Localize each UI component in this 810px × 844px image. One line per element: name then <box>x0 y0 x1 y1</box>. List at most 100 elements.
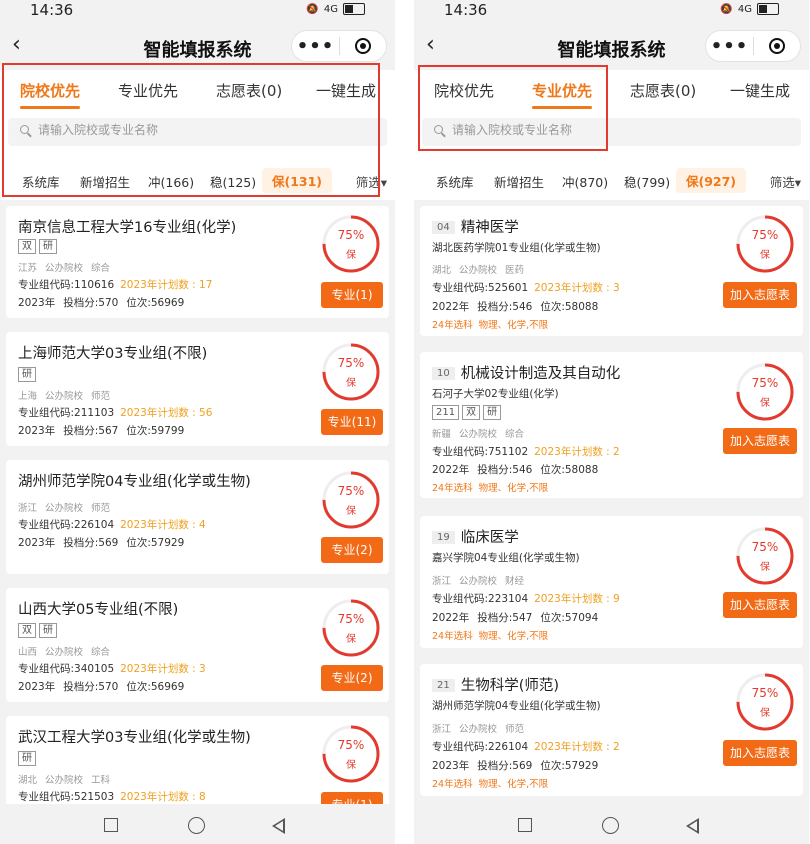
close-button[interactable] <box>340 38 386 54</box>
mute-icon: 🔕 <box>720 3 733 15</box>
group-code-line: 专业组代码:211103 2023年计划数 : 56 <box>18 407 213 419</box>
target-icon <box>768 38 785 54</box>
tag-badge: 研 <box>18 367 36 382</box>
probability-gauge: 75% 保 <box>321 214 381 274</box>
filter-system-library[interactable]: 系统库 <box>22 172 60 191</box>
status-icons: 🔕 4G <box>306 3 365 15</box>
search-box[interactable] <box>422 118 801 146</box>
clock: 14:36 <box>30 1 74 19</box>
major-rank: 04 <box>432 221 455 234</box>
status-bar: 14:36 🔕 4G <box>0 0 395 22</box>
tab-school-first[interactable]: 院校优先 <box>434 80 494 101</box>
list-item[interactable]: 19 临床医学 嘉兴学院04专业组(化学或生物) 浙江 公办院校 财经 专业组代码:2… <box>420 516 803 648</box>
group-code-line: 专业组代码:525601 2023年计划数 : 3 <box>432 282 620 294</box>
probability-gauge: 75% 保 <box>735 214 795 274</box>
filter-dropdown[interactable]: 筛选▾ <box>356 172 387 191</box>
nav-bar: ‹ 智能填报系统 ••• <box>0 24 395 70</box>
add-to-volunteer-button[interactable]: 加入志愿表 <box>723 428 797 454</box>
filter-system-library[interactable]: 系统库 <box>436 172 474 191</box>
probability-gauge: 75% 保 <box>735 362 795 422</box>
recents-square-icon[interactable] <box>104 818 118 832</box>
school-meta: 江苏 公办院校 综合 <box>18 263 111 274</box>
subject-requirement: 24年选科 物理、化学,不限 <box>432 779 549 790</box>
tab-one-click-generate[interactable]: 一键生成 <box>730 80 790 101</box>
more-button[interactable]: ••• <box>706 36 753 57</box>
back-triangle-icon[interactable] <box>686 818 699 834</box>
probability-gauge: 75% 保 <box>321 342 381 402</box>
search-icon <box>434 125 443 134</box>
majors-button[interactable]: 专业(2) <box>321 537 383 563</box>
battery-icon <box>757 3 779 15</box>
major-title: 21 生物科学(师范) <box>432 674 559 695</box>
search-icon <box>20 125 29 134</box>
majors-button[interactable]: 专业(11) <box>321 409 383 435</box>
search-box[interactable] <box>8 118 387 146</box>
list-item[interactable]: 21 生物科学(师范) 湖州师范学院04专业组(化学或生物) 浙江 公办院校 师范 专… <box>420 664 803 796</box>
school-meta: 浙江 公办院校 师范 <box>18 503 111 514</box>
filter-new-enrollment[interactable]: 新增招生 <box>80 172 130 191</box>
signal-icon: 4G <box>737 3 752 15</box>
probability-gauge: 75% 保 <box>321 724 381 784</box>
score-line: 2022年 投档分:546 位次:58088 <box>432 464 599 476</box>
more-button[interactable]: ••• <box>292 36 339 57</box>
tab-volunteer-table[interactable]: 志愿表(0) <box>630 80 696 101</box>
mode-tabs: 院校优先 专业优先 志愿表(0) 一键生成 <box>414 70 809 110</box>
filter-dropdown[interactable]: 筛选▾ <box>770 172 801 191</box>
tab-volunteer-table[interactable]: 志愿表(0) <box>216 80 282 101</box>
school-meta: 浙江 公办院校 师范 <box>432 724 525 735</box>
group-subtitle: 嘉兴学院04专业组(化学或生物) <box>432 552 580 564</box>
home-circle-icon[interactable] <box>188 817 205 834</box>
list-item[interactable]: 南京信息工程大学16专业组(化学) 双 研 江苏 公办院校 综合 专业组代码:110… <box>6 206 389 318</box>
group-code-line: 专业组代码:521503 2023年计划数 : 8 <box>18 791 206 803</box>
list-item[interactable]: 湖州师范学院04专业组(化学或生物) 浙江 公办院校 师范 专业组代码:226104… <box>6 460 389 574</box>
list-item[interactable]: 10 机械设计制造及其自动化 石河子大学02专业组(化学) 211 双 研 新疆公… <box>420 352 803 498</box>
group-code-line: 专业组代码:226104 2023年计划数 : 2 <box>432 741 620 753</box>
back-triangle-icon[interactable] <box>272 818 285 834</box>
search-input[interactable] <box>36 122 340 138</box>
mini-program-capsule: ••• <box>291 30 387 62</box>
system-nav-bar <box>414 804 809 844</box>
group-title: 上海师范大学03专业组(不限) <box>18 346 208 362</box>
badge-row: 211 双 研 <box>432 405 502 420</box>
score-line: 2023年 投档分:570 位次:56969 <box>18 681 185 693</box>
filter-match[interactable]: 稳(125) <box>210 172 256 191</box>
group-title: 武汉工程大学03专业组(化学或生物) <box>18 730 251 746</box>
signal-icon: 4G <box>323 3 338 15</box>
status-icons: 🔕 4G <box>720 3 779 15</box>
tag-badge: 研 <box>39 239 57 254</box>
home-circle-icon[interactable] <box>602 817 619 834</box>
recents-square-icon[interactable] <box>518 818 532 832</box>
filter-new-enrollment[interactable]: 新增招生 <box>494 172 544 191</box>
group-code-line: 专业组代码:340105 2023年计划数 : 3 <box>18 663 206 675</box>
search-area <box>414 110 809 160</box>
majors-button[interactable]: 专业(1) <box>321 282 383 308</box>
filter-match[interactable]: 稳(799) <box>624 172 670 191</box>
tab-school-first[interactable]: 院校优先 <box>20 80 81 109</box>
group-subtitle: 湖北医药学院01专业组(化学或生物) <box>432 242 601 254</box>
filter-reach[interactable]: 冲(166) <box>148 172 194 191</box>
tab-one-click-generate[interactable]: 一键生成 <box>316 80 376 101</box>
filter-safe[interactable]: 保(131) <box>262 168 333 193</box>
search-input[interactable] <box>450 122 754 138</box>
add-to-volunteer-button[interactable]: 加入志愿表 <box>723 282 797 308</box>
add-to-volunteer-button[interactable]: 加入志愿表 <box>723 740 797 766</box>
filter-reach[interactable]: 冲(870) <box>562 172 608 191</box>
filter-safe[interactable]: 保(927) <box>676 168 747 193</box>
score-line: 2023年 投档分:567 位次:59799 <box>18 425 185 437</box>
badge-row: 双 研 <box>18 623 57 638</box>
list-item[interactable]: 上海师范大学03专业组(不限) 研 上海 公办院校 师范 专业组代码:211103 2… <box>6 332 389 446</box>
status-bar: 14:36 🔕 4G <box>414 0 809 22</box>
nav-bar: ‹ 智能填报系统 ••• <box>414 24 809 70</box>
school-meta: 浙江 公办院校 财经 <box>432 576 525 587</box>
majors-button[interactable]: 专业(2) <box>321 665 383 691</box>
list-item[interactable]: 04 精神医学 湖北医药学院01专业组(化学或生物) 湖北 公办院校 医药 专业组代码… <box>420 206 803 336</box>
school-meta: 山西 公办院校 综合 <box>18 647 111 658</box>
mini-program-capsule: ••• <box>705 30 801 62</box>
close-button[interactable] <box>754 38 800 54</box>
tab-major-first[interactable]: 专业优先 <box>532 80 593 109</box>
add-to-volunteer-button[interactable]: 加入志愿表 <box>723 592 797 618</box>
clock: 14:36 <box>444 1 488 19</box>
list-item[interactable]: 山西大学05专业组(不限) 双 研 山西 公办院校 综合 专业组代码:340105 2… <box>6 588 389 702</box>
left-phone-screen: 14:36 🔕 4G ‹ 智能填报系统 ••• 院校优先 专业优先 志愿表(0)… <box>0 0 395 844</box>
tab-major-first[interactable]: 专业优先 <box>118 80 178 101</box>
